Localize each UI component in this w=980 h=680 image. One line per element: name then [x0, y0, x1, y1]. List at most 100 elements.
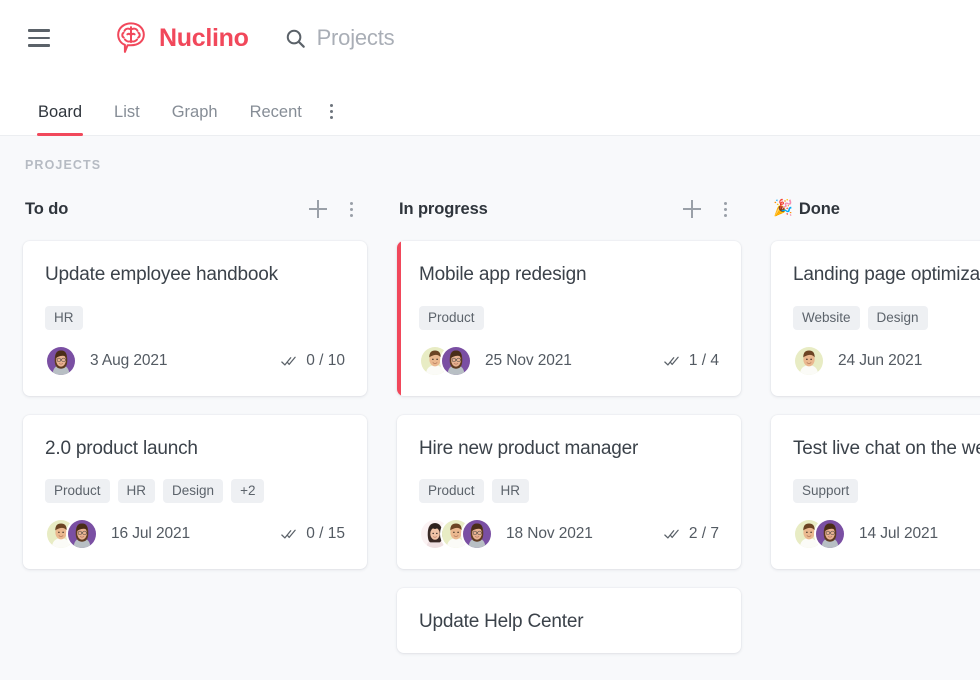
kebab-dot: [349, 201, 353, 205]
card-footer: 25 Nov 2021 1 / 4: [419, 344, 719, 378]
card-tag[interactable]: HR: [45, 305, 83, 330]
card-task-count: 0 / 10: [306, 351, 345, 369]
card-date: 3 Aug 2021: [90, 351, 168, 369]
avatar-group: [419, 518, 493, 551]
card-footer: 3 Aug 2021 0 / 10: [45, 344, 345, 378]
avatar-group: [419, 344, 472, 377]
card-date: 14 Jul 2021: [859, 525, 939, 543]
board-column: In progress Mobile app redesign Product 25 …: [397, 192, 741, 672]
card-tag[interactable]: Support: [793, 479, 859, 504]
card-date: 16 Jul 2021: [111, 525, 191, 543]
avatar-group: [793, 344, 825, 377]
tab-graph[interactable]: Graph: [156, 103, 234, 135]
kebab-dot: [723, 213, 727, 217]
add-card-plus-icon[interactable]: [683, 200, 701, 218]
card-title: Mobile app redesign: [419, 264, 587, 285]
hamburger-menu-icon[interactable]: [22, 21, 56, 55]
breadcrumb: PROJECTS: [25, 158, 102, 172]
card-title: Hire new product manager: [419, 437, 639, 459]
add-card-plus-icon[interactable]: [309, 200, 327, 218]
avatar[interactable]: [814, 518, 846, 551]
search-input[interactable]: Projects: [285, 25, 395, 51]
card-tags: Support: [793, 479, 980, 504]
avatar-group: [45, 344, 77, 377]
card-tags: HR: [45, 305, 345, 330]
column-header: 🎉 Done: [771, 192, 980, 226]
card-task-progress: 2 / 7: [664, 525, 719, 543]
card-tag[interactable]: Product: [419, 479, 484, 504]
card-task-progress: 1 / 4: [664, 352, 719, 370]
card-tag[interactable]: HR: [491, 479, 530, 504]
kebab-dot: [329, 110, 333, 113]
board-card[interactable]: Hire new product manager Product HR 18 Nov …: [397, 414, 741, 570]
board-column: 🎉 Done Landing page optimization Website Des…: [771, 192, 980, 588]
board-columns: To do Update employee handbook HR 3 Aug 202…: [0, 172, 980, 672]
card-task-progress: 0 / 15: [281, 525, 345, 543]
kebab-dot: [349, 213, 353, 217]
tab-recent[interactable]: Recent: [234, 103, 318, 135]
avatar-group: [793, 518, 846, 551]
kebab-dot: [723, 207, 727, 211]
party-popper-emoji-icon: 🎉: [773, 200, 793, 217]
card-tags: Product HR Design +2: [45, 479, 345, 504]
board-card[interactable]: 2.0 product launch Product HR Design +2 16 Ju…: [23, 414, 367, 570]
kebab-dot: [349, 207, 353, 211]
view-tabs: Board List Graph Recent: [0, 76, 980, 136]
nuclino-brain-logo-icon: [117, 22, 145, 53]
double-check-icon: [664, 356, 679, 366]
double-check-icon: [281, 529, 296, 539]
avatar[interactable]: [66, 518, 98, 551]
column-title: In progress: [399, 199, 488, 218]
card-title: Update employee handbook: [45, 264, 278, 285]
board-area: PROJECTS To do Update employee handbook HR…: [0, 136, 980, 680]
card-tag[interactable]: +2: [231, 479, 265, 504]
tabs-more-kebab-icon[interactable]: [318, 104, 345, 135]
avatar-group: [45, 518, 98, 551]
card-footer: 24 Jun 2021: [793, 344, 980, 378]
card-tag[interactable]: Product: [419, 305, 484, 330]
avatar[interactable]: [45, 344, 77, 377]
hamburger-line: [28, 36, 50, 40]
tab-board[interactable]: Board: [22, 103, 98, 136]
double-check-icon: [281, 356, 296, 366]
column-kebab-menu-icon[interactable]: [343, 200, 359, 218]
brand-logo[interactable]: Nuclino: [112, 19, 249, 57]
card-task-count: 1 / 4: [688, 351, 719, 369]
card-tag[interactable]: Product: [45, 479, 110, 504]
card-tag[interactable]: Design: [867, 305, 928, 330]
avatar[interactable]: [793, 344, 825, 377]
card-tag[interactable]: Website: [793, 305, 860, 330]
tab-list[interactable]: List: [98, 103, 156, 135]
column-kebab-menu-icon[interactable]: [717, 200, 733, 218]
card-tag[interactable]: Design: [163, 479, 224, 504]
board-card[interactable]: Mobile app redesign Product 25 Nov 2021 1 /…: [397, 241, 741, 396]
card-date: 18 Nov 2021: [506, 525, 593, 543]
hamburger-line: [28, 29, 50, 32]
brand-name: Nuclino: [159, 23, 249, 52]
double-check-icon: [664, 529, 679, 539]
card-date: 25 Nov 2021: [485, 351, 572, 369]
avatar[interactable]: [440, 344, 472, 377]
card-title: Test live chat on the website: [793, 437, 980, 459]
board-card[interactable]: Landing page optimization Website Design 24…: [771, 241, 980, 396]
card-tags: Product: [419, 305, 719, 330]
card-footer: 18 Nov 2021 2 / 7: [419, 517, 719, 551]
card-date: 24 Jun 2021: [838, 351, 923, 369]
kebab-dot: [723, 201, 727, 205]
card-tag[interactable]: HR: [117, 479, 156, 504]
card-task-progress: 0 / 10: [281, 352, 345, 370]
board-card[interactable]: Update Help Center: [397, 588, 741, 654]
card-tags: Product HR: [419, 479, 719, 504]
card-task-count: 2 / 7: [688, 525, 719, 543]
card-task-count: 0 / 15: [306, 525, 345, 543]
card-footer: 16 Jul 2021 0 / 15: [45, 517, 345, 551]
column-title: To do: [25, 199, 69, 218]
hamburger-line: [28, 44, 50, 47]
board-card[interactable]: Update employee handbook HR 3 Aug 2021 0 / …: [23, 241, 367, 396]
board-card[interactable]: Test live chat on the website Support 14 J…: [771, 414, 980, 570]
card-title: Landing page optimization: [793, 264, 980, 285]
top-bar: Nuclino Projects: [0, 0, 980, 76]
board-column: To do Update employee handbook HR 3 Aug 202…: [23, 192, 367, 588]
card-footer: 14 Jul 2021: [793, 517, 980, 551]
avatar[interactable]: [461, 518, 493, 551]
